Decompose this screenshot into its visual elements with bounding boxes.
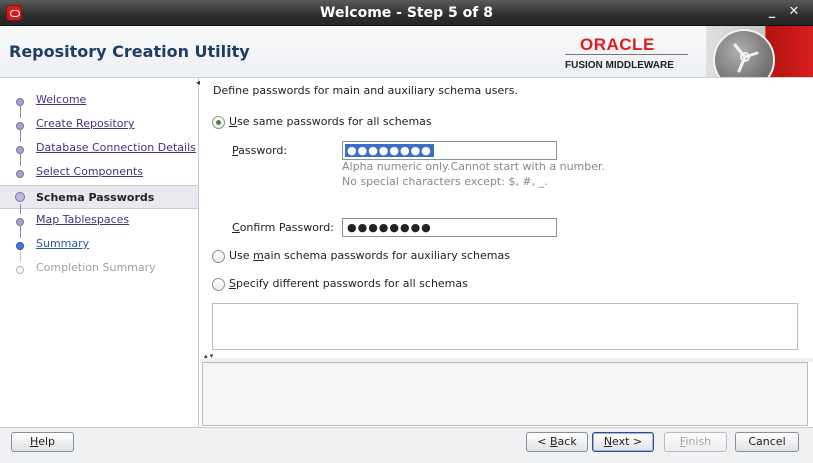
step-schema-passwords[interactable]: Schema Passwords — [0, 185, 198, 209]
radio-same-passwords[interactable] — [212, 116, 225, 129]
step-dot-icon — [16, 98, 24, 106]
oracle-logo: ORACLE FUSION MIDDLEWARE — [555, 29, 705, 75]
step-dot-icon — [16, 242, 24, 250]
wizard-footer: Help < Back Next > Finish Cancel — [0, 427, 813, 463]
back-button[interactable]: < Back — [526, 432, 588, 452]
step-dot-icon — [16, 122, 24, 130]
confirm-password-label: Confirm Password: — [232, 221, 334, 234]
step-label: Schema Passwords — [36, 191, 155, 204]
window-title: Welcome - Step 5 of 8 — [320, 5, 493, 21]
step-map-tablespaces[interactable]: Map Tablespaces — [0, 204, 198, 232]
password-hint-line1: Alpha numeric only.Cannot start with a n… — [342, 160, 606, 173]
step-label: Select Components — [36, 165, 144, 178]
step-label: Database Connection Details — [36, 141, 196, 154]
schema-passwords-panel: Define passwords for main and auxiliary … — [200, 78, 813, 427]
schema-info-box — [212, 303, 798, 350]
wizard-steps-nav: ◂ Welcome Create Repository Database Con… — [0, 78, 200, 427]
step-label: Summary — [36, 237, 90, 250]
confirm-password-field[interactable]: ●●●●●●●● — [342, 218, 557, 237]
radio-different-passwords-label[interactable]: Specify different passwords for all sche… — [229, 277, 468, 290]
step-label: Create Repository — [36, 117, 135, 130]
radio-same-passwords-label[interactable]: Use same passwords for all schemas — [229, 115, 432, 128]
step-dot-icon — [15, 192, 25, 202]
step-summary[interactable]: Summary — [0, 226, 198, 256]
step-label: Welcome — [36, 93, 87, 106]
password-value: ●●●●●●●● — [345, 144, 434, 157]
step-connector — [20, 106, 21, 118]
password-field[interactable]: ●●●●●●●● — [342, 141, 557, 160]
step-label: Map Tablespaces — [36, 213, 130, 226]
password-label: Password: — [232, 144, 288, 157]
app-title: Repository Creation Utility — [9, 42, 250, 61]
step-create-repository[interactable]: Create Repository — [0, 106, 198, 136]
step-dot-icon — [16, 146, 24, 154]
step-connector — [20, 154, 21, 166]
page-intro: Define passwords for main and auxiliary … — [213, 84, 518, 97]
minimize-button[interactable]: _ — [764, 4, 780, 20]
step-dot-icon — [16, 266, 24, 274]
step-connector — [20, 250, 21, 262]
step-database-connection[interactable]: Database Connection Details — [0, 130, 198, 160]
next-button[interactable]: Next > — [592, 432, 654, 452]
step-connector — [20, 204, 21, 214]
radio-different-passwords[interactable] — [212, 278, 225, 291]
step-welcome[interactable]: Welcome — [0, 90, 198, 112]
brand-subtitle: FUSION MIDDLEWARE — [565, 60, 674, 71]
message-pane — [202, 362, 808, 426]
splitter-arrows-icon[interactable]: ▴ ▾ — [204, 352, 213, 360]
password-hint-line2: No special characters except: $, #, _. — [342, 175, 548, 188]
confirm-password-value: ●●●●●●●● — [347, 221, 432, 234]
cancel-button[interactable]: Cancel — [735, 432, 799, 452]
brand-divider — [565, 54, 688, 55]
step-completion-summary: Completion Summary — [0, 250, 198, 280]
help-button[interactable]: Help — [11, 432, 74, 452]
close-button[interactable]: ✕ — [786, 4, 802, 20]
step-dot-icon — [16, 218, 24, 226]
step-select-components[interactable]: Select Components — [0, 154, 198, 184]
brand-name: ORACLE — [580, 35, 655, 54]
app-header: Repository Creation Utility ORACLE FUSIO… — [0, 26, 813, 78]
step-connector — [20, 226, 21, 238]
step-dot-icon — [16, 170, 24, 178]
step-label: Completion Summary — [36, 261, 156, 274]
window-titlebar: Welcome - Step 5 of 8 _ ✕ — [0, 0, 813, 26]
finish-button[interactable]: Finish — [664, 432, 727, 452]
radio-main-for-auxiliary-label[interactable]: Use main schema passwords for auxiliary … — [229, 249, 510, 262]
radio-main-for-auxiliary[interactable] — [212, 250, 225, 263]
step-connector — [20, 130, 21, 142]
